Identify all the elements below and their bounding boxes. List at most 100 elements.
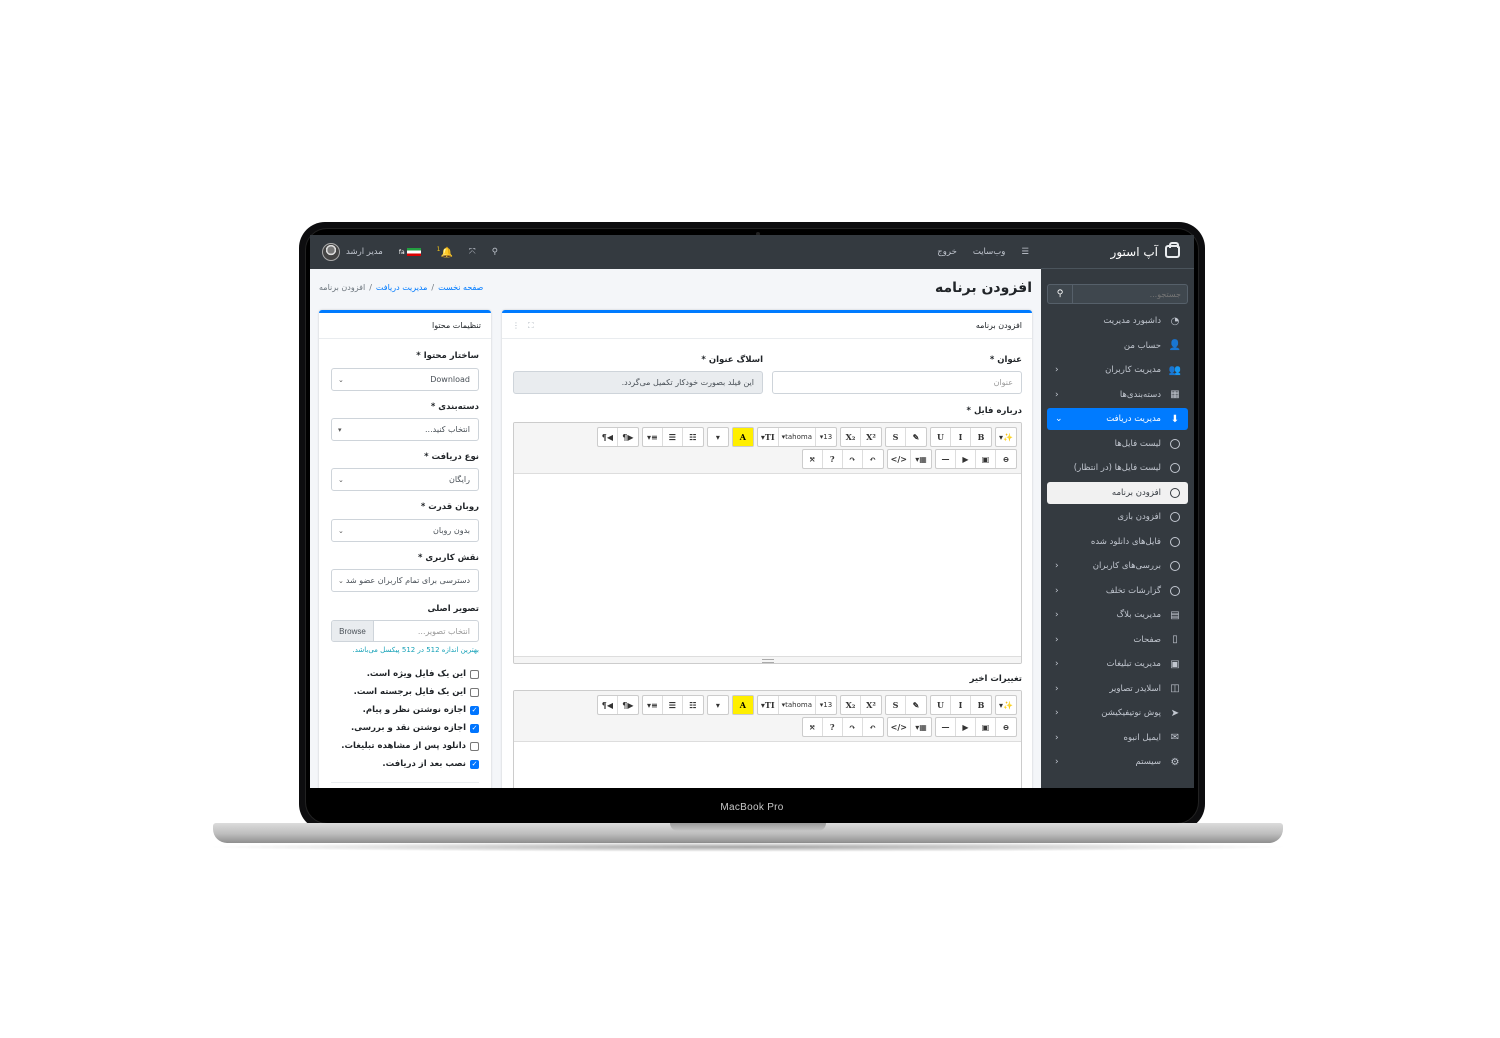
toolbar-button[interactable]: S bbox=[886, 428, 906, 446]
option-checkbox[interactable]: ✓ bbox=[470, 723, 479, 733]
toolbar-button[interactable]: ↷ bbox=[843, 718, 863, 736]
toolbar-button[interactable]: ▾≡ bbox=[643, 696, 663, 714]
option-checkbox-row[interactable]: ✓ اجازه نوشتن نظر و پیام. bbox=[363, 705, 479, 715]
toolbar-button[interactable]: ▾ bbox=[708, 696, 728, 714]
option-checkbox-row[interactable]: ✓ اجازه نوشتن نقد و بررسی. bbox=[351, 723, 479, 733]
more-icon[interactable]: ⋮ bbox=[512, 321, 520, 331]
toolbar-button[interactable]: I bbox=[951, 696, 971, 714]
toolbar-button[interactable]: ▣ bbox=[976, 718, 996, 736]
toolbar-button[interactable]: ¶◀ bbox=[598, 696, 618, 714]
sidebar-item[interactable]: افزودن برنامه bbox=[1047, 481, 1188, 504]
toolbar-button[interactable]: ↶ bbox=[863, 718, 883, 736]
toolbar-button[interactable]: ? bbox=[823, 450, 843, 468]
toolbar-button[interactable]: ¶◀ bbox=[598, 428, 618, 446]
toolbar-button[interactable]: ▾tahoma bbox=[779, 428, 816, 446]
toolbar-button[interactable]: ▾tahoma bbox=[779, 696, 816, 714]
sidebar-item[interactable]: ⚙ سیستم ‹ bbox=[1047, 751, 1188, 773]
powered-ribbon-select[interactable]: بدون روبان ⌄ bbox=[331, 519, 479, 542]
toolbar-button[interactable]: </> bbox=[888, 450, 911, 468]
breadcrumb-download-management[interactable]: مدیریت دریافت bbox=[376, 283, 428, 292]
toolbar-button[interactable]: ▾13 bbox=[816, 696, 836, 714]
toolbar-button[interactable]: ⊖ bbox=[996, 718, 1016, 736]
sidebar-item[interactable]: ⬇ مدیریت دریافت ⌄ bbox=[1047, 408, 1188, 430]
option-checkbox-row[interactable]: این یک فایل ویژه است. bbox=[367, 669, 479, 679]
toolbar-button[interactable]: ▾▦ bbox=[911, 450, 931, 468]
bell-icon[interactable]: 🔔1 bbox=[437, 246, 453, 258]
toolbar-button[interactable]: ✎ bbox=[906, 428, 926, 446]
toolbar-button[interactable]: — bbox=[936, 718, 956, 736]
option-checkbox-row[interactable]: دانلود پس از مشاهده تبلیغات. bbox=[341, 741, 479, 751]
sidebar-item[interactable]: ▤ مدیریت بلاگ ‹ bbox=[1047, 604, 1188, 626]
browse-button[interactable]: Browse bbox=[332, 621, 374, 641]
sidebar-item[interactable]: 👤 حساب من bbox=[1047, 335, 1188, 357]
language-switch[interactable]: fa bbox=[399, 248, 421, 256]
toolbar-button[interactable]: A bbox=[732, 696, 753, 714]
toolbar-button[interactable]: U bbox=[931, 428, 951, 446]
option-checkbox[interactable] bbox=[470, 741, 479, 751]
toolbar-button[interactable]: ⤧ bbox=[803, 718, 823, 736]
sidebar-item[interactable]: گزارشات تخلف ‹ bbox=[1047, 580, 1188, 602]
sidebar-item[interactable]: ➤ پوش نوتیفیکیشن ‹ bbox=[1047, 702, 1188, 724]
sidebar-item[interactable]: لیست فایل‌ها bbox=[1047, 433, 1188, 455]
title-input[interactable]: عنوان bbox=[772, 371, 1022, 394]
structure-select[interactable]: Download ⌄ bbox=[331, 368, 479, 391]
toolbar-button[interactable]: ▾≡ bbox=[643, 428, 663, 446]
sidebar-item[interactable]: لیست فایل‌ها (در انتظار) bbox=[1047, 457, 1188, 479]
editor-resize-handle[interactable] bbox=[514, 656, 1021, 663]
breadcrumb-home[interactable]: صفحه نخست bbox=[438, 283, 483, 292]
toolbar-button[interactable]: ▾✨ bbox=[996, 696, 1016, 714]
option-checkbox[interactable]: ✓ bbox=[470, 759, 479, 769]
toolbar-button[interactable]: ☰ bbox=[663, 696, 683, 714]
toolbar-button[interactable]: ☰ bbox=[663, 428, 683, 446]
toolbar-button[interactable]: X₂ bbox=[841, 696, 861, 714]
toolbar-button[interactable]: ↷ bbox=[843, 450, 863, 468]
option-checkbox-row[interactable]: ✓ نصب بعد از دریافت. bbox=[382, 759, 479, 769]
sidebar-item[interactable]: فایل‌های دانلود شده bbox=[1047, 531, 1188, 553]
option-checkbox[interactable] bbox=[470, 669, 479, 679]
sidebar-item[interactable]: افزودن بازی bbox=[1047, 506, 1188, 528]
toolbar-button[interactable]: X² bbox=[861, 696, 881, 714]
toolbar-button[interactable]: A bbox=[732, 428, 753, 446]
toolbar-button[interactable]: ▣ bbox=[976, 450, 996, 468]
toolbar-button[interactable]: ☷ bbox=[683, 428, 703, 446]
sidebar-item[interactable]: ✉ ایمیل انبوه ‹ bbox=[1047, 727, 1188, 749]
toolbar-button[interactable]: — bbox=[936, 450, 956, 468]
toolbar-button[interactable]: ▾TI bbox=[758, 696, 779, 714]
toolbar-button[interactable]: ¶▶ bbox=[618, 428, 638, 446]
toolbar-button[interactable]: X₂ bbox=[841, 428, 861, 446]
toolbar-button[interactable]: ▾13 bbox=[816, 428, 836, 446]
user-menu[interactable]: مدیر ارشد bbox=[322, 243, 383, 261]
toolbar-button[interactable]: I bbox=[951, 428, 971, 446]
toolbar-button[interactable]: ▾✨ bbox=[996, 428, 1016, 446]
sidebar-item[interactable]: ◔ داشبورد مدیریت bbox=[1047, 310, 1188, 332]
logout-link[interactable]: خروج bbox=[937, 247, 957, 257]
sidebar-item[interactable]: ▯ صفحات ‹ bbox=[1047, 629, 1188, 651]
main-image-file-input[interactable]: انتخاب تصویر... Browse bbox=[331, 620, 479, 642]
user-role-select[interactable]: دسترسی برای تمام کاربران عضو شد ⌄ bbox=[331, 569, 479, 592]
toolbar-button[interactable]: ? bbox=[823, 718, 843, 736]
toolbar-button[interactable]: S bbox=[886, 696, 906, 714]
sidebar-item[interactable]: ▦ دسته‌بندی‌ها ‹ bbox=[1047, 384, 1188, 406]
slug-input[interactable]: این فیلد بصورت خودکار تکمیل می‌گردد. bbox=[513, 371, 763, 394]
editor-content-area[interactable] bbox=[514, 742, 1021, 788]
menu-toggle-icon[interactable]: ☰ bbox=[1021, 247, 1029, 257]
toolbar-button[interactable]: ⊖ bbox=[996, 450, 1016, 468]
sidebar-item[interactable]: ▣ مدیریت تبلیغات ‹ bbox=[1047, 653, 1188, 675]
toolbar-button[interactable]: </> bbox=[888, 718, 911, 736]
toolbar-button[interactable]: B bbox=[971, 696, 991, 714]
toolbar-button[interactable]: ☷ bbox=[683, 696, 703, 714]
toolbar-button[interactable]: ▾ bbox=[708, 428, 728, 446]
brand[interactable]: آپ استور bbox=[1041, 235, 1194, 269]
toolbar-button[interactable]: B bbox=[971, 428, 991, 446]
website-link[interactable]: وب‌سایت bbox=[973, 247, 1006, 257]
sidebar-search-input[interactable] bbox=[1073, 284, 1188, 304]
fullscreen-icon[interactable]: ⤧ bbox=[469, 247, 476, 257]
editor-content-area[interactable] bbox=[514, 474, 1021, 654]
toolbar-button[interactable]: ✎ bbox=[906, 696, 926, 714]
download-type-select[interactable]: رایگان ⌄ bbox=[331, 468, 479, 491]
toolbar-button[interactable]: ▾TI bbox=[758, 428, 779, 446]
search-icon[interactable]: ⚲ bbox=[1047, 284, 1073, 304]
toolbar-button[interactable]: ▾▦ bbox=[911, 718, 931, 736]
sidebar-item[interactable]: بررسی‌های کاربران ‹ bbox=[1047, 555, 1188, 577]
toolbar-button[interactable]: ⤧ bbox=[803, 450, 823, 468]
